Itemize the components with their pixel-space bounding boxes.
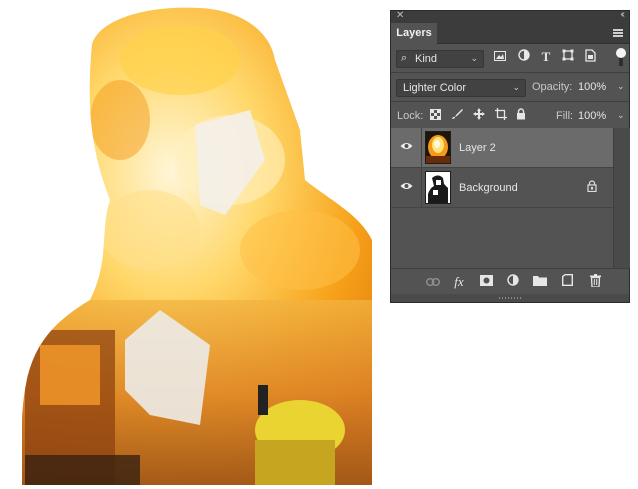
document-canvas[interactable] [0, 0, 380, 489]
adjustment-layer-icon[interactable] [505, 274, 521, 290]
filter-toggle[interactable] [616, 48, 626, 68]
layers-scrollbar[interactable] [613, 128, 630, 268]
fill-value[interactable]: 100% [578, 110, 606, 122]
fill-chevron-icon[interactable]: ⌄ [617, 110, 625, 121]
add-mask-icon[interactable] [478, 274, 494, 290]
opacity-chevron-icon[interactable]: ⌄ [617, 81, 625, 92]
lock-artboard-icon[interactable] [494, 108, 508, 124]
layer-thumbnail-fire[interactable] [425, 131, 451, 164]
visibility-column[interactable] [391, 168, 422, 207]
lock-position-icon[interactable] [472, 108, 486, 124]
panel-resize-grip[interactable] [391, 294, 629, 302]
collapse-panel-icon[interactable]: ‹‹ [620, 9, 624, 20]
chevron-down-icon: ⌄ [512, 82, 520, 92]
type-filter-icon[interactable]: T [539, 49, 553, 65]
blend-mode-select[interactable]: Lighter Color ⌄ [396, 79, 526, 97]
filter-row: ⌕ Kind ⌄ T [391, 44, 629, 72]
panel-tab-row: Layers [391, 23, 629, 44]
chevron-down-icon: ⌄ [470, 53, 478, 63]
layers-list: Layer 2 Background [391, 128, 613, 268]
fill-label: Fill: [556, 110, 574, 122]
blend-mode-value: Lighter Color [403, 82, 466, 94]
eye-icon[interactable] [400, 182, 413, 190]
filter-kind-label: Kind [415, 53, 438, 65]
close-panel-icon[interactable]: ✕ [396, 10, 404, 21]
new-group-icon[interactable] [532, 274, 548, 290]
link-layers-icon[interactable] [425, 274, 441, 290]
layers-panel: ✕ ‹‹ Layers ⌕ Kind ⌄ T Lighter Color ⌄ O… [390, 9, 630, 303]
delete-layer-icon[interactable] [587, 274, 603, 290]
smart-object-filter-icon[interactable] [583, 49, 597, 65]
lock-all-icon[interactable] [514, 108, 528, 124]
search-icon: ⌕ [401, 52, 408, 64]
layer-row-layer-2[interactable]: Layer 2 [391, 128, 613, 168]
lock-transparent-pixels-icon[interactable] [428, 108, 442, 124]
lock-label: Lock: [397, 110, 424, 122]
layers-bottom-toolbar: fx [391, 268, 629, 295]
visibility-column[interactable] [391, 128, 422, 167]
fx-icon[interactable]: fx [451, 274, 467, 290]
image-filter-icon[interactable] [493, 49, 507, 65]
panel-menu-icon[interactable] [613, 29, 623, 37]
toggle-knob [616, 48, 626, 58]
layer-name[interactable]: Layer 2 [459, 142, 496, 154]
layer-name[interactable]: Background [459, 182, 518, 194]
eye-icon[interactable] [400, 142, 413, 150]
lock-row: Lock: Fill: 100% ⌄ [391, 102, 629, 130]
blend-row: Lighter Color ⌄ Opacity: 100% ⌄ [391, 73, 629, 101]
double-exposure-image [22, 7, 372, 485]
opacity-value[interactable]: 100% [578, 81, 606, 93]
lock-image-pixels-icon[interactable] [450, 108, 464, 124]
layer-thumbnail-firefighter[interactable] [425, 171, 451, 204]
adjustment-filter-icon[interactable] [517, 49, 531, 65]
layer-row-background[interactable]: Background [391, 168, 613, 208]
tab-layers[interactable]: Layers [391, 23, 437, 44]
new-layer-icon[interactable] [559, 274, 575, 290]
layer-lock-icon [587, 180, 597, 192]
panel-title-bar: ✕ ‹‹ [391, 9, 629, 23]
shape-filter-icon[interactable] [561, 49, 575, 65]
opacity-label: Opacity: [532, 81, 573, 93]
filter-kind-select[interactable]: ⌕ Kind ⌄ [396, 50, 484, 68]
